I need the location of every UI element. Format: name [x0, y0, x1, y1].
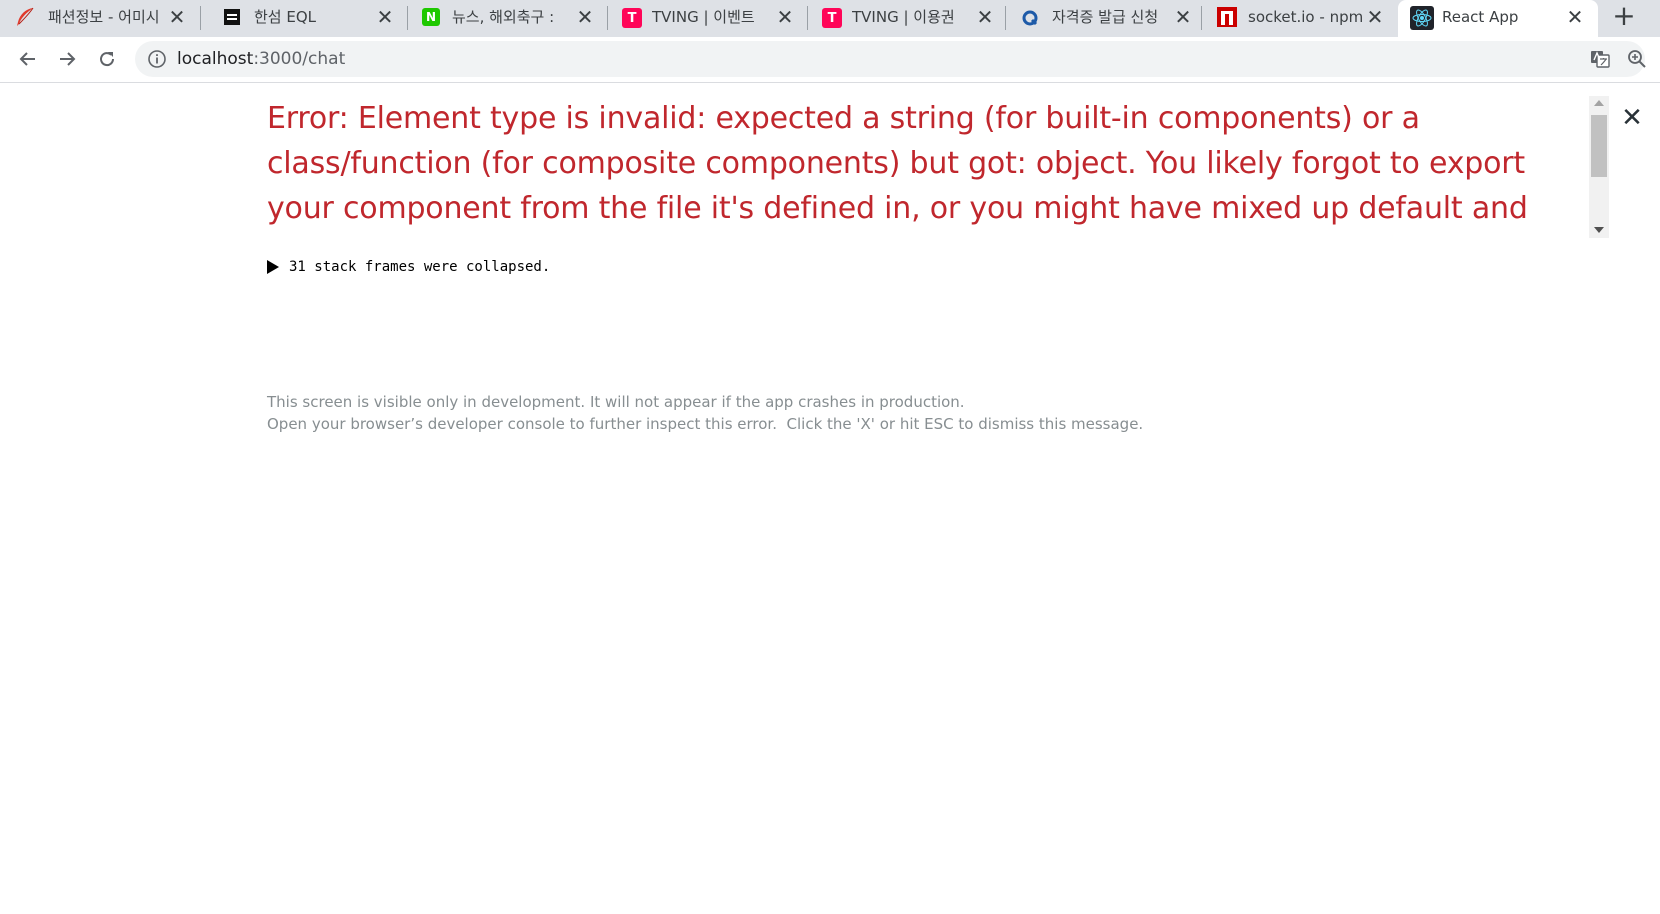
triangle-right-icon: [267, 260, 279, 274]
tab-separator: [200, 6, 201, 30]
naver-n-icon: N: [422, 8, 440, 26]
close-overlay-button[interactable]: ✕: [1618, 104, 1646, 132]
close-icon[interactable]: ✕: [1364, 6, 1386, 28]
react-atom-icon: [1410, 6, 1434, 30]
info-icon[interactable]: [147, 49, 167, 69]
npm-icon: [1216, 6, 1238, 28]
error-message: Error: Element type is invalid: expected…: [267, 101, 1528, 226]
tab-react-app[interactable]: React App ✕: [1398, 0, 1598, 37]
zoom-icon[interactable]: [1627, 49, 1647, 69]
stack-frames-label: 31 stack frames were collapsed.: [289, 259, 551, 275]
stack-frames-toggle[interactable]: 31 stack frames were collapsed.: [267, 256, 550, 278]
q-net-icon: [1020, 8, 1040, 28]
forward-button[interactable]: [53, 45, 81, 73]
tab-naver-news[interactable]: N 뉴스, 해외축구 : ✕: [408, 0, 608, 37]
url-path: :3000/chat: [253, 49, 346, 69]
close-icon[interactable]: ✕: [574, 6, 596, 28]
close-icon[interactable]: ✕: [974, 6, 996, 28]
scroll-down-icon[interactable]: [1594, 227, 1604, 233]
error-message-box: Error: Element type is invalid: expected…: [267, 96, 1577, 236]
tving-t-icon: T: [622, 8, 642, 28]
close-icon[interactable]: ✕: [1564, 6, 1586, 28]
reload-icon: [100, 52, 115, 67]
new-tab-button[interactable]: +: [1610, 2, 1638, 30]
url-text[interactable]: localhost:3000/chat: [177, 48, 345, 70]
arrow-left-icon: [19, 52, 35, 66]
close-icon[interactable]: ✕: [1172, 6, 1194, 28]
reload-button[interactable]: [93, 45, 121, 73]
tab-title: TVING | 이벤트: [652, 8, 755, 26]
close-icon[interactable]: ✕: [374, 6, 396, 28]
error-overlay: Error: Element type is invalid: expected…: [0, 84, 1660, 914]
notice-line-1: This screen is visible only in developme…: [267, 393, 965, 411]
url-host: localhost: [177, 49, 254, 69]
tab-title: 자격증 발급 신청: [1052, 8, 1159, 26]
tab-eql[interactable]: 한섬 EQL ✕: [208, 0, 408, 37]
tab-qnet[interactable]: 자격증 발급 신청 ✕: [1006, 0, 1206, 37]
quill-red-icon: [14, 6, 36, 28]
tab-strip: 패션정보 - 어미시 ✕ 한섬 EQL ✕ N 뉴스, 해외축구 : ✕ T T…: [0, 0, 1660, 37]
tving-t-icon: T: [822, 8, 842, 28]
address-bar[interactable]: localhost:3000/chat: [135, 41, 1647, 77]
scroll-thumb[interactable]: [1591, 115, 1607, 177]
eql-black-icon: [224, 9, 240, 25]
scroll-up-icon[interactable]: [1594, 100, 1604, 106]
tab-tving-pass[interactable]: T TVING | 이용권 ✕: [808, 0, 1008, 37]
tab-socketio-npm[interactable]: socket.io - npm ✕: [1202, 0, 1398, 37]
tab-tving-event[interactable]: T TVING | 이벤트 ✕: [608, 0, 808, 37]
tab-title: TVING | 이용권: [852, 8, 955, 26]
close-icon[interactable]: ✕: [166, 6, 188, 28]
tab-title: React App: [1442, 8, 1519, 26]
error-scrollbar[interactable]: [1589, 96, 1609, 238]
tab-title: socket.io - npm: [1248, 8, 1364, 26]
tab-title: 한섬 EQL: [254, 8, 317, 26]
back-button[interactable]: [14, 45, 42, 73]
tab-fashion[interactable]: 패션정보 - 어미시 ✕: [0, 0, 200, 37]
close-icon[interactable]: ✕: [774, 6, 796, 28]
tab-title: 뉴스, 해외축구 :: [452, 8, 555, 26]
arrow-right-icon: [60, 52, 76, 66]
translate-icon[interactable]: [1590, 49, 1610, 69]
development-notice: This screen is visible only in developme…: [267, 391, 1467, 435]
tab-title: 패션정보 - 어미시: [48, 8, 160, 26]
browser-toolbar: localhost:3000/chat: [0, 37, 1660, 83]
notice-line-2: Open your browser’s developer console to…: [267, 415, 1144, 433]
